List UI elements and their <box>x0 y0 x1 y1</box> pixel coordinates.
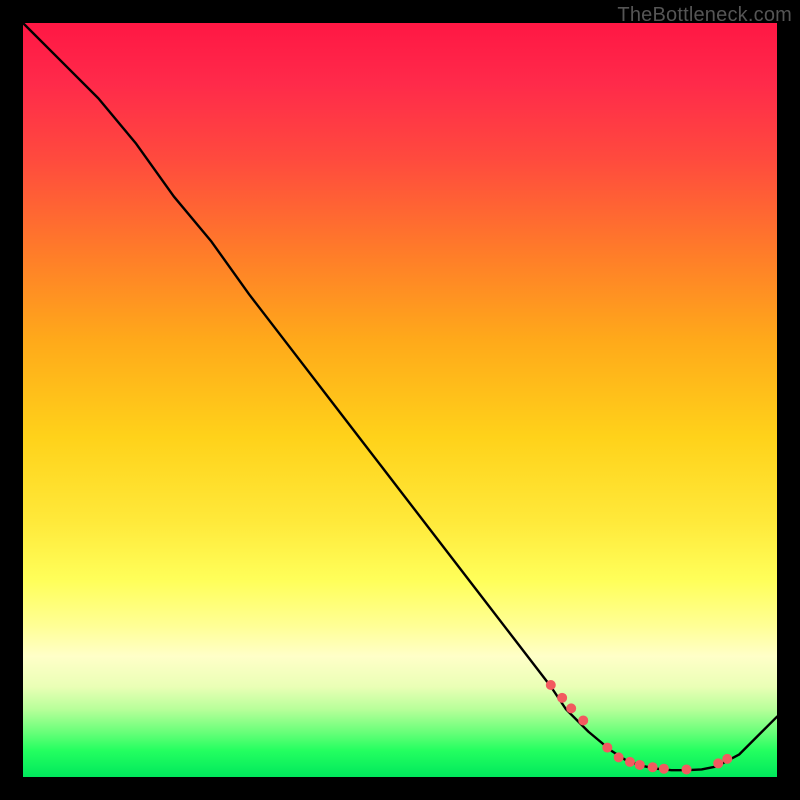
highlight-point <box>578 715 588 725</box>
highlight-point <box>614 752 624 762</box>
highlight-point <box>659 764 669 774</box>
highlight-point <box>546 680 556 690</box>
highlight-point <box>682 764 692 774</box>
watermark-label: TheBottleneck.com <box>617 4 792 27</box>
bottleneck-curve-path <box>23 23 777 770</box>
highlight-point <box>602 743 612 753</box>
highlight-point <box>722 754 732 764</box>
highlight-point <box>625 757 635 767</box>
plot-area <box>23 23 777 777</box>
highlight-point <box>635 760 645 770</box>
curve-overlay <box>23 23 777 777</box>
highlight-point <box>713 758 723 768</box>
highlight-point <box>648 762 658 772</box>
highlight-point <box>557 693 567 703</box>
highlight-point <box>566 703 576 713</box>
chart-container: TheBottleneck.com <box>0 0 800 800</box>
